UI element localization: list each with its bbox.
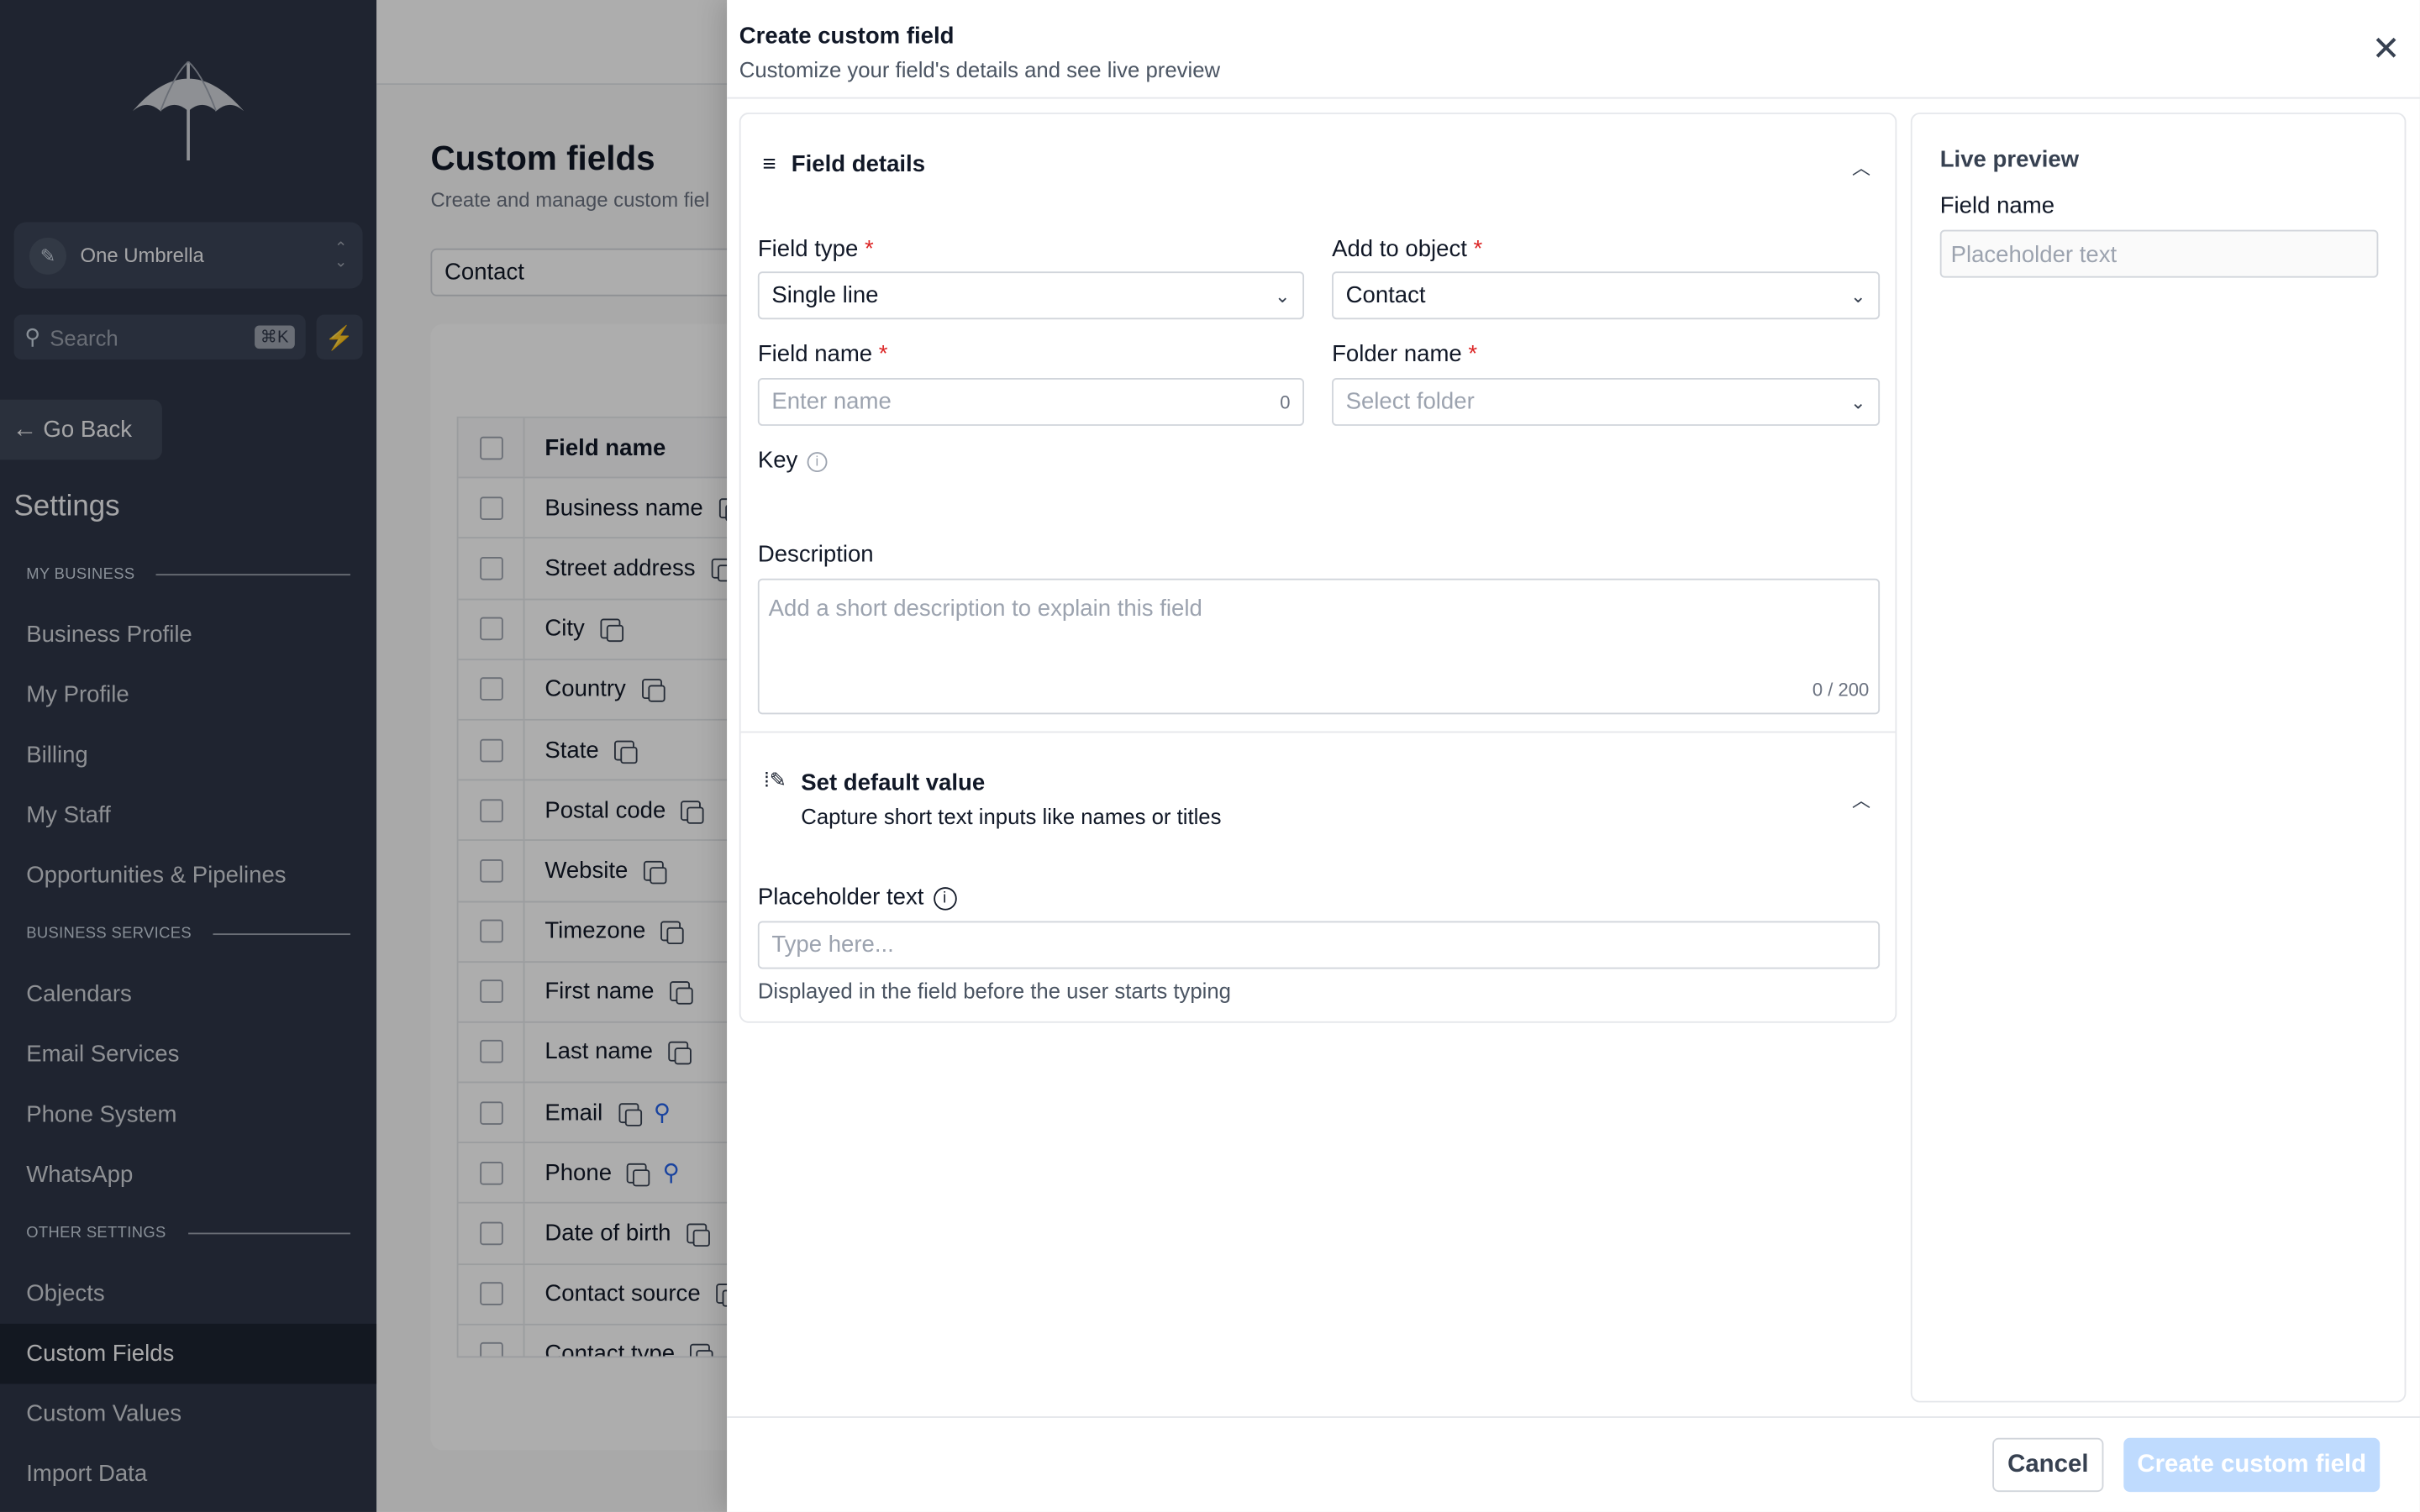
required-mark: * — [1468, 340, 1478, 368]
add-to-object-value: Contact — [1345, 282, 1426, 309]
field-type-select[interactable]: Single line ⌄ — [757, 271, 1305, 320]
add-to-object-select[interactable]: Contact ⌄ — [1332, 271, 1881, 320]
required-mark: * — [878, 340, 888, 368]
field-name-counter: 0 — [1280, 391, 1291, 413]
field-name-placeholder: Enter name — [771, 388, 892, 416]
preview-field-input[interactable]: Placeholder text — [1939, 229, 2379, 278]
info-icon[interactable]: i — [933, 886, 956, 910]
label-text: Field type — [757, 236, 859, 263]
placeholder-input-placeholder: Type here... — [771, 932, 894, 958]
info-icon[interactable]: i — [807, 451, 828, 472]
key-label: Key i — [757, 447, 828, 474]
drawer-footer-divider — [727, 1416, 2420, 1418]
field-details-heading: Field details — [791, 150, 926, 178]
create-custom-field-button[interactable]: Create custom field — [2123, 1437, 2381, 1493]
field-type-value: Single line — [771, 282, 879, 309]
chevron-down-icon: ⌄ — [1850, 284, 1866, 307]
label-text: Placeholder text — [757, 884, 924, 911]
field-name-input[interactable]: Enter name 0 — [757, 377, 1305, 426]
label-text: Key — [757, 447, 798, 474]
chevron-down-icon: ⌄ — [1274, 284, 1291, 307]
label-text: Field name — [757, 340, 873, 368]
folder-name-select[interactable]: Select folder ⌄ — [1332, 377, 1881, 426]
placeholder-help-text: Displayed in the field before the user s… — [757, 978, 1231, 1003]
chevron-down-icon: ⌄ — [1850, 391, 1866, 413]
live-preview-heading: Live preview — [1939, 146, 2080, 173]
section-divider — [740, 731, 1896, 733]
required-mark: * — [1473, 236, 1483, 263]
label-text: Folder name — [1332, 340, 1462, 368]
close-icon[interactable]: ✕ — [2369, 32, 2402, 66]
app-root: ✎ One Umbrella ⌃ ⌄ ⚲ Search ⌘K ⚡ ← Go Bac… — [0, 0, 2420, 1512]
folder-name-label: Folder name * — [1332, 341, 1477, 367]
folder-name-placeholder: Select folder — [1345, 388, 1475, 416]
description-placeholder: Add a short description to explain this … — [768, 595, 1202, 622]
label-text: Add to object — [1332, 236, 1467, 263]
chevron-up-icon[interactable]: ︿ — [1850, 787, 1872, 811]
preview-field-label: Field name — [1939, 192, 2055, 219]
description-textarea[interactable]: Add a short description to explain this … — [757, 578, 1881, 715]
description-label: Description — [757, 541, 874, 568]
cancel-button[interactable]: Cancel — [1992, 1437, 2104, 1493]
add-to-object-label: Add to object * — [1332, 236, 1482, 262]
field-type-label: Field type * — [758, 236, 874, 262]
required-mark: * — [864, 236, 874, 263]
drawer-header-divider — [727, 97, 2420, 99]
field-details-header[interactable]: ≡ Field details — [762, 151, 925, 177]
field-form-card: ≡ Field details ︿ Field type * Single li… — [739, 113, 1897, 1023]
chevron-up-icon[interactable]: ︿ — [1850, 155, 1872, 179]
drawer-subtitle: Customize your field's details and see l… — [739, 56, 1221, 82]
drawer-title: Create custom field — [739, 23, 955, 50]
live-preview-card: Live preview Field name Placeholder text — [1910, 113, 2407, 1403]
placeholder-text-label: Placeholder text i — [757, 884, 956, 911]
field-name-label: Field name * — [758, 341, 888, 367]
lines-icon: ≡ — [762, 150, 776, 178]
placeholder-text-input[interactable]: Type here... — [757, 921, 1881, 969]
default-value-heading: Set default value — [801, 769, 986, 796]
create-field-drawer: Create custom field Customize your field… — [727, 0, 2420, 1512]
description-counter: 0 / 200 — [1812, 679, 1870, 701]
cursor-text-icon: ⁞✎ — [764, 768, 786, 792]
default-value-subheading: Capture short text inputs like names or … — [801, 803, 1222, 829]
